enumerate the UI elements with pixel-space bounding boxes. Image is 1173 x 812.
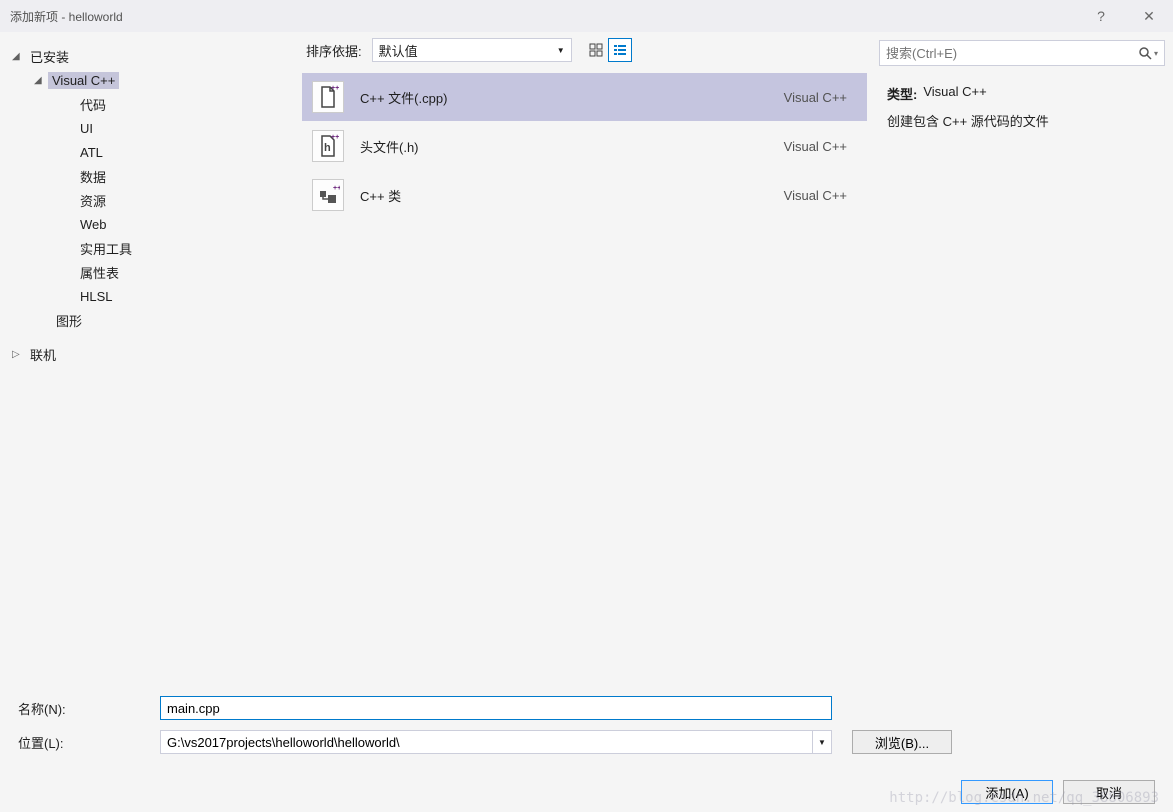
chevron-down-icon: ▾ xyxy=(1154,49,1158,58)
svg-text:++: ++ xyxy=(333,185,340,192)
tree-label: 属性表 xyxy=(76,262,123,283)
sort-value: 默认值 xyxy=(379,41,418,60)
detail-description: 创建包含 C++ 源代码的文件 xyxy=(887,111,1157,130)
name-input[interactable] xyxy=(160,696,832,720)
window-title: 添加新项 - helloworld xyxy=(10,8,1087,25)
center-panel: 排序依据: 默认值 ▼ ++ C++ 文件(.cpp) Visual C++ h… xyxy=(298,32,871,682)
category-tree: ◢ 已安装 ◢ Visual C++ 代码 UI ATL 数据资源 Web 实用工具属性表… xyxy=(0,32,298,682)
close-button[interactable]: ✕ xyxy=(1135,6,1163,26)
tree-node-graphics[interactable]: 图形 xyxy=(30,308,290,332)
dialog-buttons: 添加(A) 取消 xyxy=(0,776,1173,812)
tree-node-visual-cpp[interactable]: ◢ Visual C++ xyxy=(30,68,290,92)
tree-label: 代码 xyxy=(76,94,110,115)
location-dropdown-arrow[interactable]: ▼ xyxy=(812,730,832,754)
tree-node-installed[interactable]: ◢ 已安装 xyxy=(8,44,290,68)
svg-text:++: ++ xyxy=(331,134,339,141)
tree-label: Web xyxy=(76,216,111,233)
toolbar: 排序依据: 默认值 ▼ xyxy=(298,32,871,68)
sort-dropdown[interactable]: 默认值 ▼ xyxy=(372,38,572,62)
svg-text:++: ++ xyxy=(331,85,339,92)
template-icon: h++ xyxy=(312,130,344,162)
template-item[interactable]: h++ 头文件(.h) Visual C++ xyxy=(302,122,867,170)
template-name: C++ 文件(.cpp) xyxy=(360,88,784,107)
name-label: 名称(N): xyxy=(18,699,160,718)
tree-node-child[interactable]: 资源 xyxy=(72,188,290,212)
details-panel: ▾ 类型: Visual C++ 创建包含 C++ 源代码的文件 xyxy=(871,32,1173,682)
tree-label: 已安装 xyxy=(26,46,73,67)
template-lang: Visual C++ xyxy=(784,90,847,105)
template-icon: ++ xyxy=(312,179,344,211)
search-input[interactable] xyxy=(886,46,1138,61)
sort-label: 排序依据: xyxy=(306,41,362,60)
tree-node-child[interactable]: Web xyxy=(72,212,290,236)
help-button[interactable]: ? xyxy=(1087,6,1115,26)
svg-text:h: h xyxy=(324,142,331,154)
chevron-down-icon: ▼ xyxy=(557,46,565,55)
chevron-down-icon: ◢ xyxy=(34,75,48,86)
add-button[interactable]: 添加(A) xyxy=(961,780,1053,804)
tree-node-child[interactable]: ATL xyxy=(72,140,290,164)
template-name: 头文件(.h) xyxy=(360,137,784,156)
type-value: Visual C++ xyxy=(923,84,986,103)
template-list: ++ C++ 文件(.cpp) Visual C++ h++ 头文件(.h) V… xyxy=(298,68,871,682)
template-item[interactable]: ++ C++ 类 Visual C++ xyxy=(302,171,867,219)
tree-label: 数据 xyxy=(76,166,110,187)
tree-label: UI xyxy=(76,120,97,137)
tree-label: ATL xyxy=(76,144,107,161)
template-lang: Visual C++ xyxy=(784,139,847,154)
location-input[interactable] xyxy=(160,730,812,754)
tree-node-child[interactable]: 属性表 xyxy=(72,260,290,284)
view-grid-button[interactable] xyxy=(584,38,608,62)
browse-button[interactable]: 浏览(B)... xyxy=(852,730,952,754)
tree-node-child[interactable]: HLSL xyxy=(72,284,290,308)
template-icon: ++ xyxy=(312,81,344,113)
tree-node-child[interactable]: UI xyxy=(72,116,290,140)
chevron-down-icon: ◢ xyxy=(12,51,26,62)
tree-node-child[interactable]: 数据 xyxy=(72,164,290,188)
tree-node-child[interactable]: 实用工具 xyxy=(72,236,290,260)
type-label: 类型: xyxy=(887,84,917,103)
tree-label: 资源 xyxy=(76,190,110,211)
chevron-right-icon: ▷ xyxy=(12,349,26,360)
search-box[interactable]: ▾ xyxy=(879,40,1165,66)
tree-label: Visual C++ xyxy=(48,72,119,89)
detail-type: 类型: Visual C++ xyxy=(887,84,1157,103)
tree-label: 图形 xyxy=(52,310,86,331)
view-list-button[interactable] xyxy=(608,38,632,62)
titlebar: 添加新项 - helloworld ? ✕ xyxy=(0,0,1173,32)
template-name: C++ 类 xyxy=(360,186,784,205)
location-label: 位置(L): xyxy=(18,733,160,752)
template-lang: Visual C++ xyxy=(784,188,847,203)
tree-label: 实用工具 xyxy=(76,238,136,259)
tree-node-online[interactable]: ▷ 联机 xyxy=(8,342,290,366)
template-item[interactable]: ++ C++ 文件(.cpp) Visual C++ xyxy=(302,73,867,121)
cancel-button[interactable]: 取消 xyxy=(1063,780,1155,804)
search-icon[interactable]: ▾ xyxy=(1138,46,1158,60)
bottom-panel: 名称(N): 位置(L): ▼ 浏览(B)... xyxy=(0,682,1173,776)
tree-label: HLSL xyxy=(76,288,117,305)
tree-label: 联机 xyxy=(26,344,60,365)
main-area: ◢ 已安装 ◢ Visual C++ 代码 UI ATL 数据资源 Web 实用工具属性表… xyxy=(0,32,1173,682)
tree-node-child[interactable]: 代码 xyxy=(72,92,290,116)
